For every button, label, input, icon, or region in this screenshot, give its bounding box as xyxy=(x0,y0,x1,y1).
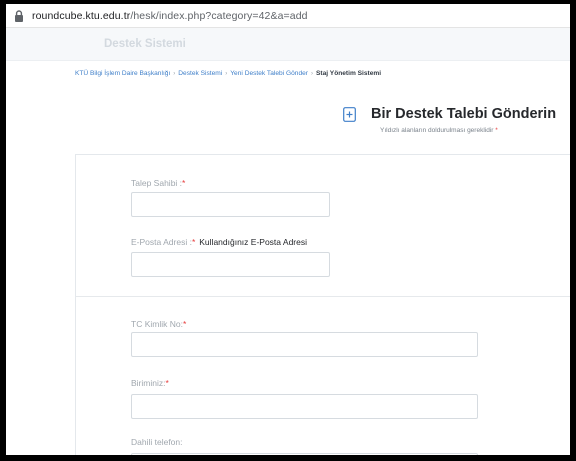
email-label: E-Posta Adresi :* Kullandığınız E-Posta A… xyxy=(131,237,307,247)
breadcrumb: KTÜ Bilgi İşlem Daire Başkanlığı › Deste… xyxy=(75,70,381,77)
tc-label: TC Kimlik No:* xyxy=(131,319,186,329)
phone-label-text: Dahili telefon: xyxy=(131,437,183,447)
site-header: Destek Sistemi xyxy=(6,28,570,61)
breadcrumb-item-new-ticket[interactable]: Yeni Destek Talebi Gönder xyxy=(230,70,308,77)
tc-label-text: TC Kimlik No: xyxy=(131,319,183,329)
requester-label-text: Talep Sahibi : xyxy=(131,178,183,188)
unit-input[interactable] xyxy=(131,394,478,419)
email-input[interactable] xyxy=(131,252,330,277)
url-text: roundcube.ktu.edu.tr/hesk/index.php?cate… xyxy=(32,10,308,22)
required-asterisk: * xyxy=(182,319,187,329)
page-title: Bir Destek Talebi Gönderin xyxy=(371,106,557,122)
unit-label-text: Biriminiz: xyxy=(131,378,166,388)
add-document-icon xyxy=(343,107,356,122)
lock-icon xyxy=(12,9,26,23)
breadcrumb-item-support-system[interactable]: Destek Sistemi xyxy=(178,70,222,77)
email-label-text: E-Posta Adresi : xyxy=(131,237,192,247)
page-subtitle: Yıldızlı alanların doldurulması gereklid… xyxy=(380,127,498,134)
phone-input[interactable] xyxy=(131,453,478,455)
tc-input[interactable] xyxy=(131,332,478,357)
site-title[interactable]: Destek Sistemi xyxy=(104,38,186,50)
breadcrumb-item-current: Staj Yönetim Sistemi xyxy=(315,70,382,77)
url-host: roundcube.ktu.edu.tr xyxy=(32,9,131,22)
email-hint: Kullandığınız E-Posta Adresi xyxy=(199,237,307,247)
ticket-form: Talep Sahibi :* E-Posta Adresi :* Kulland… xyxy=(75,154,570,455)
url-path: /hesk/index.php?category=42&a=add xyxy=(130,9,308,22)
requester-input[interactable] xyxy=(131,192,330,217)
required-asterisk: * xyxy=(165,378,169,388)
required-asterisk: * xyxy=(182,178,186,188)
breadcrumb-separator-icon: › xyxy=(310,70,313,77)
section-divider xyxy=(76,296,570,297)
breadcrumb-item-bidb[interactable]: KTÜ Bilgi İşlem Daire Başkanlığı xyxy=(75,70,170,77)
required-asterisk: * xyxy=(191,237,196,247)
required-note: Yıldızlı alanların doldurulması gereklid… xyxy=(380,127,494,134)
breadcrumb-separator-icon: › xyxy=(225,70,228,77)
browser-window: roundcube.ktu.edu.tr/hesk/index.php?cate… xyxy=(6,4,570,455)
required-asterisk: * xyxy=(495,127,498,134)
phone-label: Dahili telefon: xyxy=(131,437,183,447)
unit-label: Biriminiz:* xyxy=(131,378,169,388)
address-bar[interactable]: roundcube.ktu.edu.tr/hesk/index.php?cate… xyxy=(6,4,570,28)
breadcrumb-separator-icon: › xyxy=(173,70,176,77)
requester-label: Talep Sahibi :* xyxy=(131,178,185,188)
